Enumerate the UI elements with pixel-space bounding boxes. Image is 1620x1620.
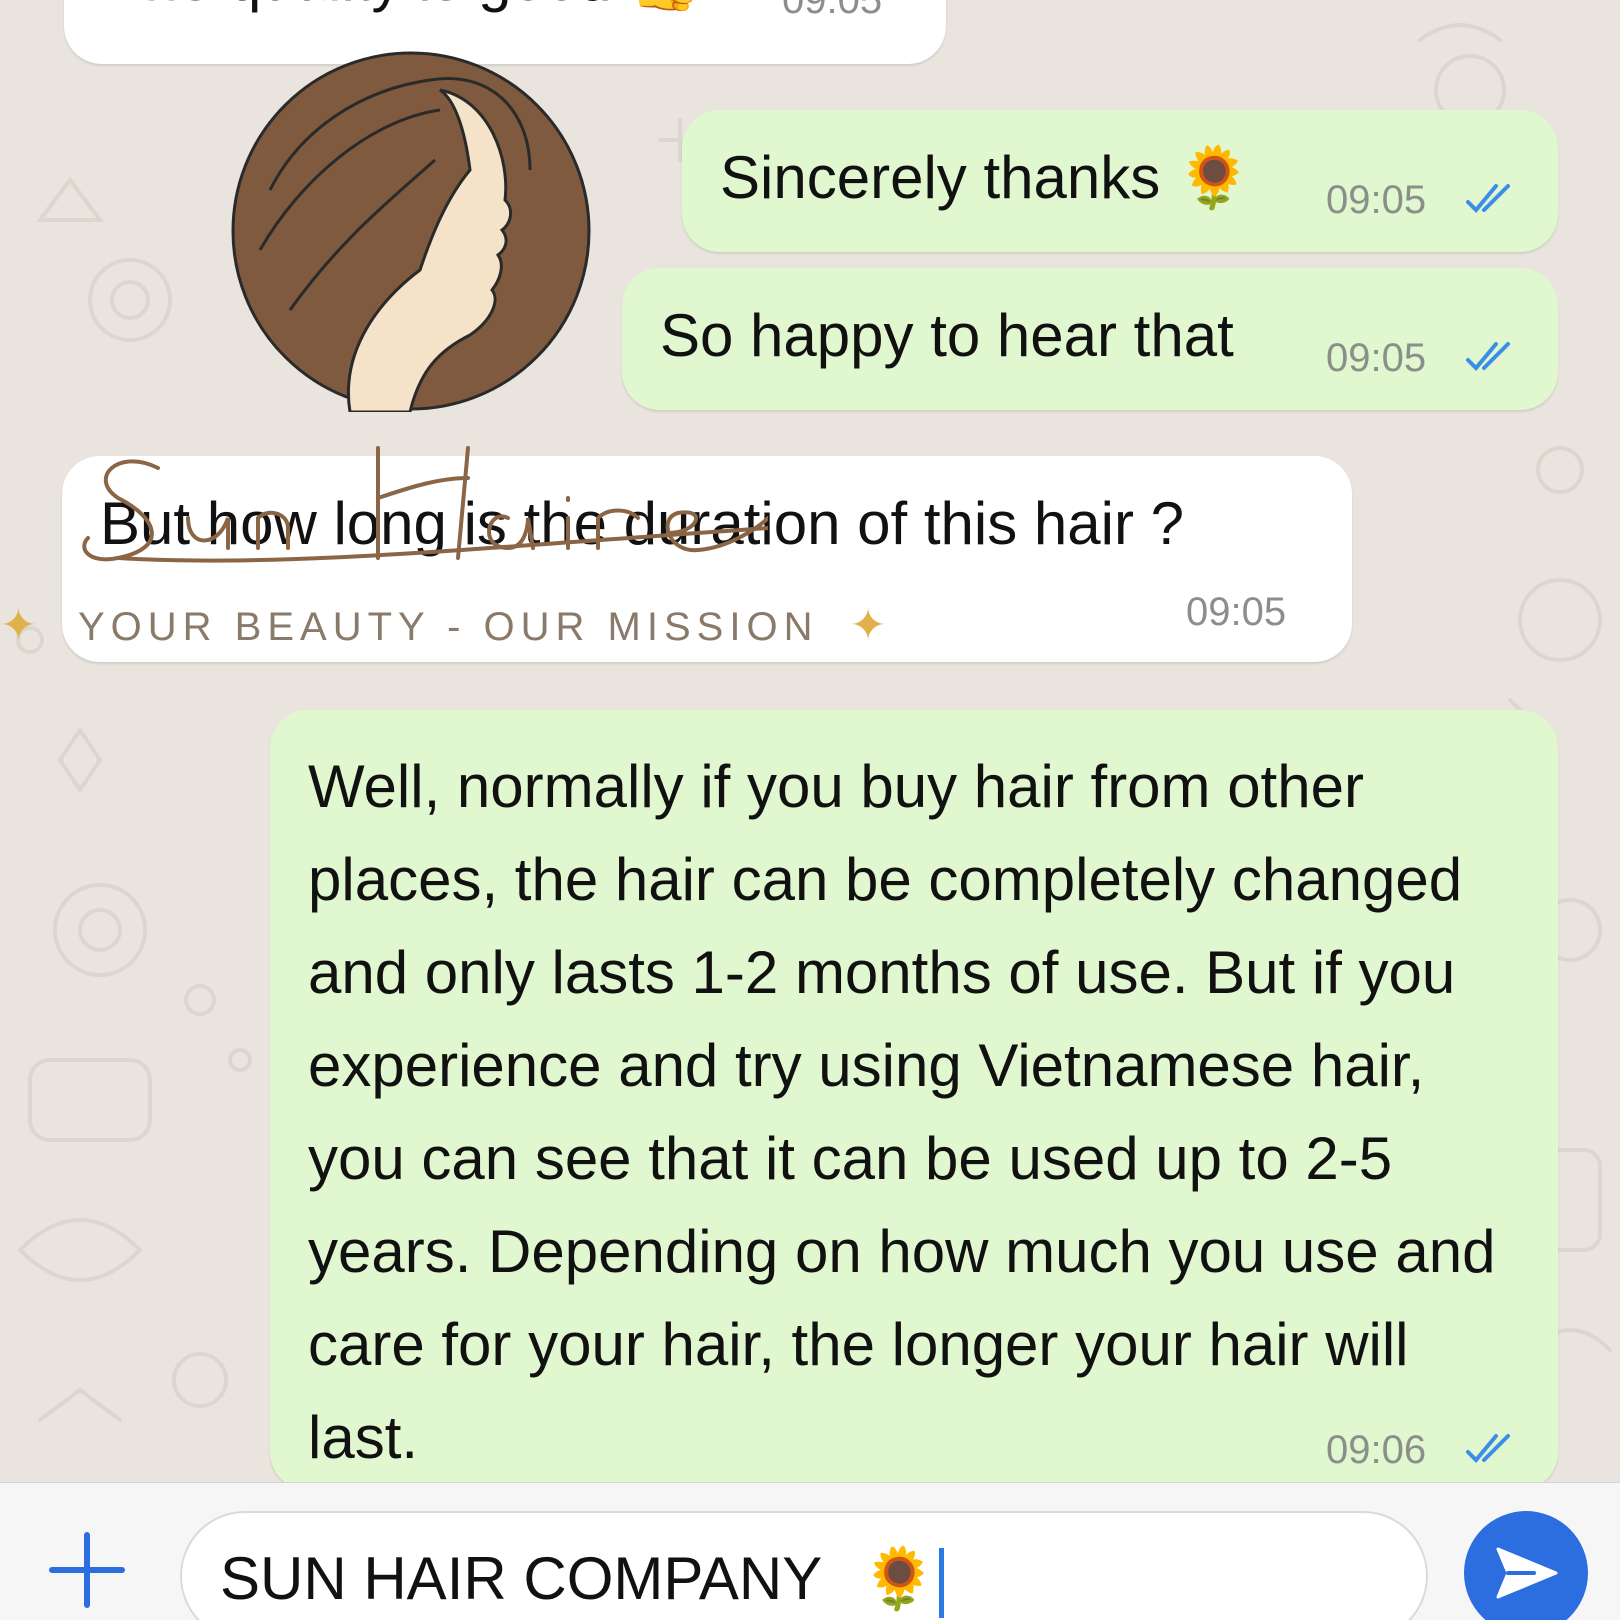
message-text: The quality is good 👍 bbox=[108, 0, 703, 16]
sparkle-icon: ✦ bbox=[849, 601, 893, 650]
message-time: 09:05 bbox=[1186, 590, 1287, 634]
message-bubble-outgoing[interactable]: Well, normally if you buy hair from othe… bbox=[270, 710, 1558, 1490]
message-bubble-outgoing[interactable]: Sincerely thanks 🌻 09:05 bbox=[682, 110, 1558, 252]
message-bubble-outgoing[interactable]: So happy to hear that 09:05 bbox=[622, 268, 1558, 410]
send-arrow-icon bbox=[1496, 1547, 1558, 1599]
send-button[interactable] bbox=[1464, 1511, 1588, 1620]
message-text: Sincerely thanks 🌻 bbox=[720, 144, 1252, 211]
message-time: 09:05 bbox=[1326, 336, 1427, 380]
plus-icon[interactable] bbox=[48, 1531, 126, 1609]
message-time: 09:06 bbox=[1326, 1428, 1427, 1472]
read-receipt-icon bbox=[1466, 342, 1510, 371]
message-time: 09:05 bbox=[782, 0, 883, 22]
chat-screen: The quality is good 👍 09:05 Sincerely th… bbox=[0, 0, 1620, 1620]
message-input-text: SUN HAIR COMPANY 🌻 bbox=[220, 1543, 944, 1619]
message-text: So happy to hear that bbox=[660, 302, 1234, 369]
sunflower-emoji: 🌻 bbox=[861, 1545, 937, 1612]
read-receipt-icon bbox=[1466, 1434, 1510, 1463]
message-text: But how long is the duration of this hai… bbox=[100, 490, 1184, 557]
sunflower-emoji: 🌻 bbox=[1176, 144, 1252, 211]
text-caret bbox=[938, 1548, 944, 1619]
sparkle-icon: ✦ bbox=[0, 601, 43, 650]
read-receipt-icon bbox=[1466, 184, 1510, 213]
thumbs-up-emoji: 👍 bbox=[628, 0, 703, 13]
message-text: Well, normally if you buy hair from othe… bbox=[308, 753, 1496, 1471]
message-input[interactable]: SUN HAIR COMPANY 🌻 bbox=[180, 1511, 1569, 1620]
message-time: 09:05 bbox=[1326, 178, 1427, 222]
message-composer: SUN HAIR COMPANY 🌻 bbox=[0, 1482, 1620, 1620]
sun-hair-tagline: ✦ YOUR BEAUTY - OUR MISSION ✦ bbox=[0, 601, 893, 650]
sun-hair-logo-icon bbox=[231, 51, 591, 412]
